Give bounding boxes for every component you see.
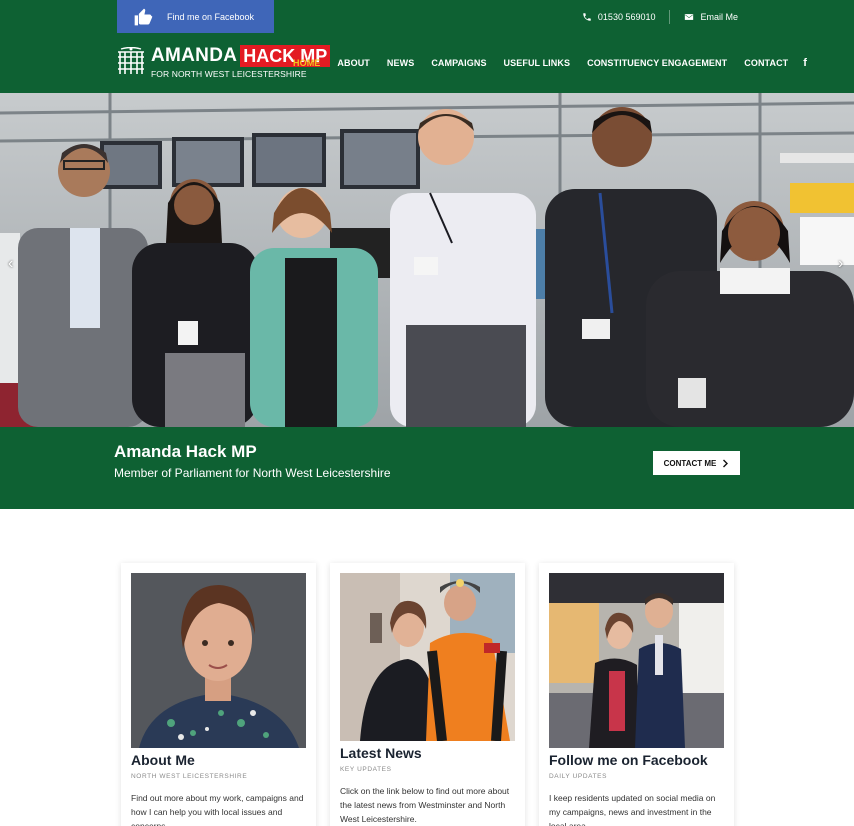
facebook-label: Find me on Facebook — [167, 11, 255, 22]
slider-next-arrow[interactable]: › — [838, 255, 843, 273]
card-body: I keep residents updated on social media… — [549, 793, 716, 826]
card-follow-facebook[interactable]: Follow me on Facebook DAILY UPDATES I ke… — [539, 563, 734, 826]
envelope-icon — [685, 13, 694, 20]
card-body: Click on the link below to find out more… — [340, 786, 510, 824]
nav-contact[interactable]: CONTACT — [744, 58, 788, 68]
card-latest-news[interactable]: Latest News KEY UPDATES Click on the lin… — [330, 563, 525, 826]
about-me-photo — [131, 573, 306, 748]
nav-home[interactable]: HOME — [293, 58, 320, 68]
card-kicker: KEY UPDATES — [340, 766, 392, 773]
nav-constituency-engagement[interactable]: CONSTITUENCY ENGAGEMENT — [587, 58, 727, 68]
nav-news[interactable]: NEWS — [387, 58, 414, 68]
chevron-right-icon — [723, 459, 729, 467]
card-body: Find out more about my work, campaigns a… — [131, 793, 304, 826]
contact-bits: 01530 569010 Email Me — [582, 0, 738, 33]
facebook-icon[interactable]: f — [803, 57, 807, 69]
email-link[interactable]: Email Me — [684, 12, 738, 22]
portcullis-icon — [118, 47, 144, 74]
nav-about[interactable]: ABOUT — [337, 58, 370, 68]
main-navbar: AMANDA HACK MP FOR NORTH WEST LEICESTERS… — [0, 33, 854, 93]
facebook-photo — [549, 573, 724, 748]
nav-campaigns[interactable]: CAMPAIGNS — [431, 58, 486, 68]
hero-banner: Amanda Hack MP Member of Parliament for … — [0, 427, 854, 509]
latest-news-photo — [340, 573, 515, 741]
hero-subtitle: Member of Parliament for North West Leic… — [114, 466, 391, 480]
hero-photo — [0, 93, 854, 427]
divider — [669, 9, 671, 24]
card-title: About Me — [131, 752, 195, 768]
phone-link[interactable]: 01530 569010 — [582, 11, 656, 22]
hero-slider: ‹ › — [0, 93, 854, 427]
email-label: Email Me — [700, 11, 738, 22]
main-nav: HOME ABOUT NEWS CAMPAIGNS USEFUL LINKS C… — [293, 33, 807, 93]
facebook-link[interactable]: Find me on Facebook — [117, 0, 274, 33]
contact-me-button[interactable]: CONTACT ME — [653, 451, 740, 475]
card-kicker: NORTH WEST LEICESTERSHIRE — [131, 773, 248, 780]
slider-prev-arrow[interactable]: ‹ — [8, 255, 13, 273]
card-kicker: DAILY UPDATES — [549, 773, 608, 780]
phone-number: 01530 569010 — [597, 11, 656, 22]
contact-me-label: CONTACT ME — [663, 458, 717, 468]
top-bar: Find me on Facebook 01530 569010 Email M… — [0, 0, 854, 33]
card-title: Latest News — [340, 745, 422, 761]
nav-useful-links[interactable]: USEFUL LINKS — [504, 58, 571, 68]
hero-title: Amanda Hack MP — [114, 442, 257, 461]
phone-icon — [583, 12, 591, 21]
card-title: Follow me on Facebook — [549, 752, 708, 768]
card-about-me[interactable]: About Me NORTH WEST LEICESTERSHIRE Find … — [121, 563, 316, 826]
logo-name: AMANDA — [151, 45, 238, 66]
thumbs-up-icon — [134, 8, 153, 25]
